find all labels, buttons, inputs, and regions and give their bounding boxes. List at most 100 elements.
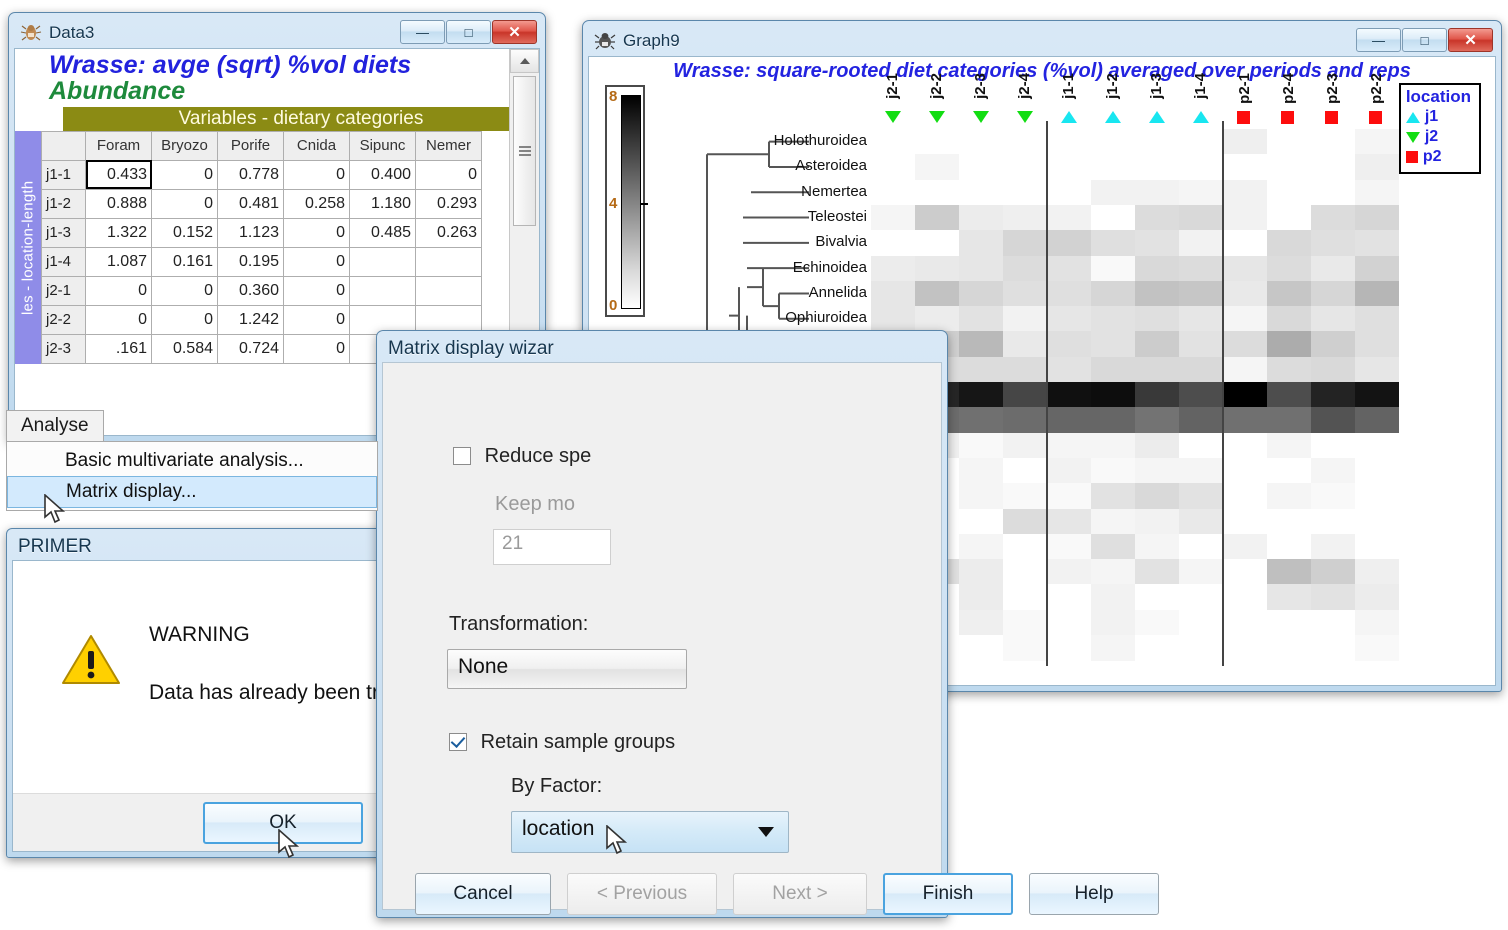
table-cell[interactable]: 0	[85, 275, 152, 306]
analyse-menu[interactable]: Analyse Basic multivariate analysis... Ma…	[6, 410, 378, 524]
heatmap-cell	[915, 179, 959, 206]
minimize-button[interactable]: —	[400, 20, 445, 44]
table-cell[interactable]: 1.087	[85, 246, 152, 277]
row-header[interactable]: j1-4	[41, 246, 86, 277]
minimize-button[interactable]: —	[1356, 28, 1401, 52]
table-cell[interactable]	[349, 246, 416, 277]
column-header[interactable]: Cnida	[283, 130, 350, 161]
scroll-up-button[interactable]	[510, 49, 539, 73]
row-header[interactable]: j2-1	[41, 275, 86, 306]
close-button[interactable]: ✕	[492, 20, 537, 44]
data3-titlebar[interactable]: Data3 — □ ✕	[14, 18, 540, 48]
graph9-titlebar[interactable]: Graph9 — □ ✕	[588, 26, 1496, 56]
table-row[interactable]: j1-4 1.087 0.161 0.195 0	[41, 246, 482, 277]
table-cell[interactable]: 1.123	[217, 217, 284, 248]
matrix-display-wizard[interactable]: Matrix display wizar Reduce spe Keep mo …	[376, 330, 1159, 918]
analyse-menu-items[interactable]: Basic multivariate analysis... Matrix dis…	[6, 441, 378, 524]
menu-item-matrix-display[interactable]: Matrix display...	[7, 476, 377, 508]
table-row[interactable]: j1-1 0.433 0 0.778 0 0.400 0	[41, 159, 482, 190]
table-cell[interactable]: 0	[283, 333, 350, 364]
table-cell[interactable]: 0	[151, 275, 218, 306]
wizard-titlebar[interactable]: Matrix display wizar	[382, 336, 942, 362]
row-header[interactable]: j1-3	[41, 217, 86, 248]
table-cell[interactable]: 0	[151, 304, 218, 335]
column-header[interactable]: Nemer	[415, 130, 482, 161]
table-cell[interactable]: 0	[283, 159, 350, 190]
scrollbar-thumb[interactable]	[513, 76, 536, 226]
table-cell[interactable]: 0.258	[283, 188, 350, 219]
finish-button[interactable]: Finish	[883, 873, 1013, 915]
ok-button[interactable]: OK	[203, 802, 363, 844]
table-cell[interactable]: 0	[151, 159, 218, 190]
table-cell[interactable]: 1.322	[85, 217, 152, 248]
table-cell[interactable]: 0.152	[151, 217, 218, 248]
table-row[interactable]: j1-3 1.322 0.152 1.123 0 0.485 0.263	[41, 217, 482, 248]
table-cell[interactable]	[415, 246, 482, 277]
heatmap-cell	[1179, 129, 1223, 155]
help-button[interactable]: Help	[1029, 873, 1159, 915]
table-cell[interactable]: 0.485	[349, 217, 416, 248]
data3-caption-buttons[interactable]: — □ ✕	[400, 20, 537, 44]
row-header[interactable]: j2-3	[41, 333, 86, 364]
graph9-caption-buttons[interactable]: — □ ✕	[1356, 28, 1493, 52]
reduce-species-checkbox[interactable]	[453, 447, 471, 465]
heatmap-cell	[1267, 483, 1311, 510]
column-label: j2-1	[884, 73, 901, 99]
column-header[interactable]: Bryozo	[151, 130, 218, 161]
table-cell[interactable]: 0	[415, 159, 482, 190]
analyse-menu-tab[interactable]: Analyse	[6, 410, 104, 441]
group-marker-j2	[973, 111, 989, 123]
table-cell[interactable]: 0.360	[217, 275, 284, 306]
maximize-button[interactable]: □	[1402, 28, 1447, 52]
table-cell[interactable]: 0.481	[217, 188, 284, 219]
table-cell[interactable]: 0	[283, 217, 350, 248]
retain-groups-checkbox[interactable]	[449, 733, 467, 751]
primer-warning-dialog[interactable]: PRIMER WARNING Data has already been tr …	[6, 528, 388, 859]
retain-groups-row[interactable]: Retain sample groups	[449, 731, 675, 754]
menu-item-basic-multivariate[interactable]: Basic multivariate analysis...	[7, 446, 377, 476]
table-cell[interactable]	[415, 275, 482, 306]
row-header[interactable]: j1-1	[41, 159, 86, 190]
table-cell[interactable]: 0	[283, 275, 350, 306]
maximize-button[interactable]: □	[446, 20, 491, 44]
table-cell[interactable]: 0.263	[415, 217, 482, 248]
table-cell[interactable]: 0.161	[151, 246, 218, 277]
table-cell[interactable]: 0.400	[349, 159, 416, 190]
row-header[interactable]: j2-2	[41, 304, 86, 335]
column-header[interactable]: Foram	[85, 130, 152, 161]
table-cell[interactable]: 1.180	[349, 188, 416, 219]
keep-most-input[interactable]: 21	[493, 529, 611, 565]
table-cell[interactable]: .161	[85, 333, 152, 364]
table-cell[interactable]: 0	[151, 188, 218, 219]
table-row[interactable]: j1-2 0.888 0 0.481 0.258 1.180 0.293	[41, 188, 482, 219]
data-table[interactable]: Foram Bryozo Porife Cnida Sipunc Nemer j1-1 0.4…	[41, 130, 482, 364]
cancel-button[interactable]: Cancel	[415, 873, 551, 915]
column-header[interactable]: Sipunc	[349, 130, 416, 161]
table-cell[interactable]: 0.584	[151, 333, 218, 364]
by-factor-select[interactable]: location	[511, 811, 789, 853]
close-button[interactable]: ✕	[1448, 28, 1493, 52]
table-cell[interactable]: 0	[283, 246, 350, 277]
column-label: j1-4	[1192, 73, 1209, 99]
table-cell[interactable]: 0.433	[85, 159, 152, 190]
table-row[interactable]: j2-1 0 0 0.360 0	[41, 275, 482, 306]
reduce-species-row[interactable]: Reduce spe	[453, 445, 591, 468]
row-header[interactable]: j1-2	[41, 188, 86, 219]
table-cell[interactable]: 1.242	[217, 304, 284, 335]
heatmap-cell	[1267, 584, 1311, 611]
table-cell[interactable]: 0	[283, 304, 350, 335]
primer-titlebar[interactable]: PRIMER	[12, 534, 382, 560]
row-label: Nemertea	[801, 182, 867, 200]
table-cell[interactable]: 0.888	[85, 188, 152, 219]
table-cell[interactable]	[349, 275, 416, 306]
column-header[interactable]: Porife	[217, 130, 284, 161]
table-cell[interactable]: 0.195	[217, 246, 284, 277]
colorbar: 8 4 0	[605, 85, 648, 317]
corner-header[interactable]	[41, 130, 86, 161]
table-cell[interactable]: 0.778	[217, 159, 284, 190]
table-cell[interactable]: 0	[85, 304, 152, 335]
heatmap-cell	[1047, 230, 1091, 257]
transformation-select[interactable]: None	[447, 649, 687, 689]
table-cell[interactable]: 0.293	[415, 188, 482, 219]
table-cell[interactable]: 0.724	[217, 333, 284, 364]
